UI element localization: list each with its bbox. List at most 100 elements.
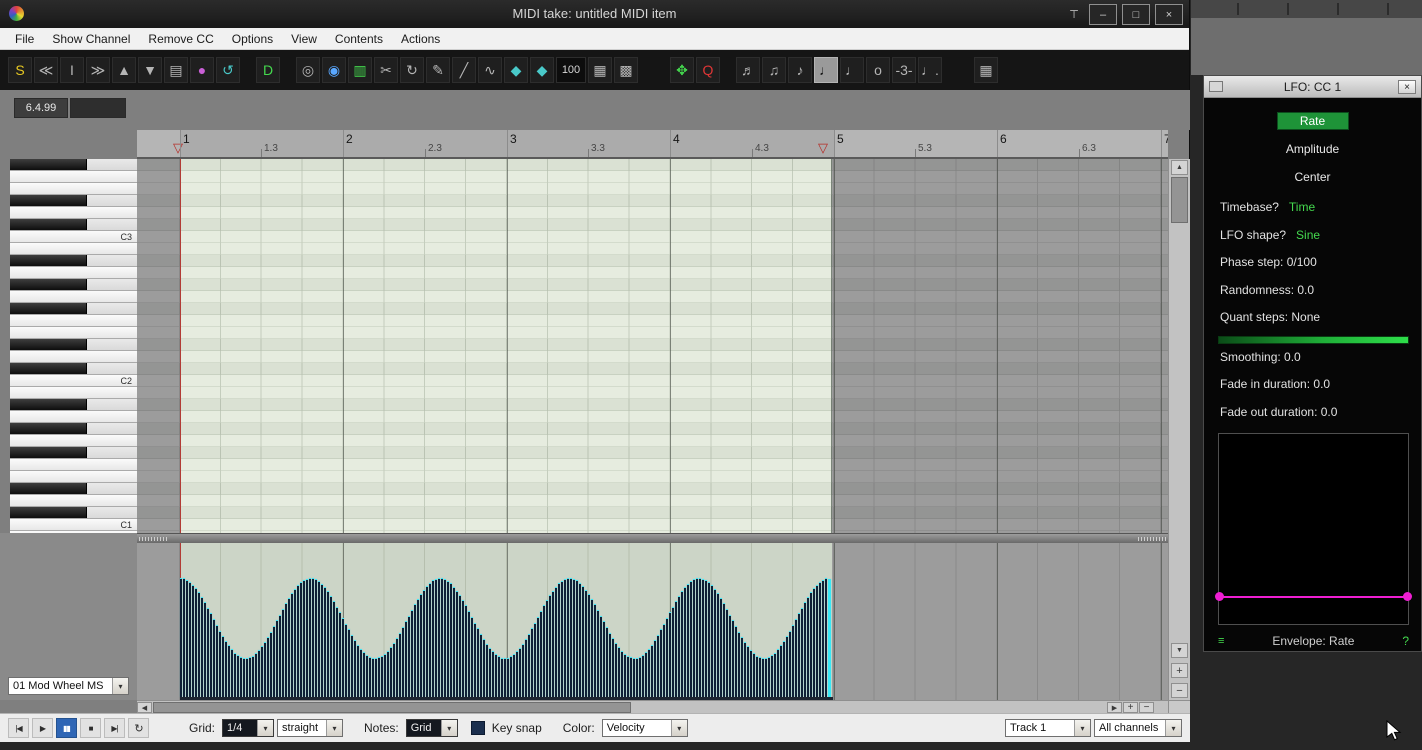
notes-select[interactable]: Grid [406,719,458,737]
event-list-button[interactable]: ▤ [164,57,188,83]
lfo-center-button[interactable]: Center [1277,168,1349,186]
cc-bar[interactable] [798,613,800,697]
cc-bar[interactable] [651,645,653,697]
splitter-grip-icon[interactable] [1138,537,1166,541]
cc-bar[interactable] [327,591,329,697]
scroll-down-icon[interactable] [1171,643,1188,658]
cc-bar[interactable] [759,657,761,697]
cc-bar[interactable] [660,629,662,697]
dock-button[interactable]: D [256,57,280,83]
cc-bar[interactable] [630,657,632,697]
cc-bar[interactable] [336,607,338,697]
cc-bar[interactable] [771,655,773,697]
lfo-field-phase-step-0-100[interactable]: Phase step: 0/100 [1220,255,1409,270]
cc-bar[interactable] [792,625,794,697]
cc-bar[interactable] [423,590,425,697]
cc-lane-select[interactable]: 01 Mod Wheel MS [8,677,129,695]
cc-bar[interactable] [351,635,353,697]
cc-bar[interactable] [321,584,323,697]
vzoom-in-button[interactable] [1171,663,1188,678]
cc-bar[interactable] [597,610,599,697]
cc-bar[interactable] [717,593,719,697]
cc-bar[interactable] [492,651,494,697]
insert-cursor-button[interactable]: I [60,57,84,83]
piano-key-cs1[interactable] [10,507,137,519]
loop-end-marker[interactable] [818,141,828,154]
cc-bar[interactable] [654,640,656,697]
piano-key-gs1[interactable] [10,423,137,435]
piano-key-b1[interactable] [10,387,137,399]
vertical-scrollbar[interactable] [1168,159,1190,700]
ruler[interactable]: 11.322.333.344.355.366.37 [137,130,1168,159]
piano-key-gs2[interactable] [10,279,137,291]
lfo-envelope-display[interactable] [1218,433,1409,625]
cc-bar[interactable] [348,629,350,697]
cc-bar[interactable] [459,595,461,697]
piano-key-ds3[interactable] [10,195,137,207]
next-node-button[interactable]: ◆ [530,57,554,83]
cc-bar[interactable] [222,636,224,697]
piano-key-a2[interactable] [10,267,137,279]
curve-tool-button[interactable]: ∿ [478,57,502,83]
menu-item-file[interactable]: File [6,32,43,46]
splitter-grip-icon[interactable] [139,537,167,541]
cc-bar[interactable] [528,634,530,697]
cc-bar[interactable] [243,658,245,697]
cc-bar[interactable] [234,653,236,697]
cc-bar[interactable] [705,580,707,697]
cc-bar[interactable] [768,657,770,697]
transport-repeat-button[interactable]: ↻ [128,718,149,738]
cc-bar[interactable] [324,587,326,697]
cc-bar[interactable] [441,578,443,697]
cc-bar[interactable] [618,647,620,697]
cc-bar[interactable] [333,601,335,697]
cc-bar[interactable] [591,599,593,697]
piano-key-c3[interactable]: C3 [10,231,137,243]
cc-bar[interactable] [300,582,302,697]
cc-bar[interactable] [375,658,377,697]
cc-bar[interactable] [582,586,584,697]
cc-bar[interactable] [216,625,218,697]
cc-bar[interactable] [276,620,278,697]
cc-bar[interactable] [318,581,320,697]
piano-key-c1[interactable]: C1 [10,519,137,531]
cc-bar[interactable] [261,646,263,697]
cc-bar[interactable] [432,580,434,697]
cc-bar[interactable] [696,578,698,697]
cc-bar[interactable] [795,619,797,697]
cc-bar[interactable] [744,642,746,697]
cc-bar[interactable] [282,609,284,697]
cc-bar[interactable] [525,639,527,697]
cc-bar[interactable] [681,591,683,697]
cc-bar[interactable] [192,585,194,697]
cc-bar[interactable] [612,638,614,697]
cc-bar[interactable] [642,655,644,697]
note-triplet-button[interactable]: -3- [892,57,916,83]
cc-bar[interactable] [381,656,383,697]
transport-pause-button[interactable]: ▮▮ [56,718,77,738]
menu-item-contents[interactable]: Contents [326,32,392,46]
cc-bar[interactable] [279,615,281,697]
cc-bar[interactable] [453,587,455,697]
cc-bar[interactable] [684,587,686,697]
cc-bar[interactable] [576,580,578,697]
menu-item-actions[interactable]: Actions [392,32,449,46]
cc-bar[interactable] [249,657,251,697]
cc-bar[interactable] [447,581,449,697]
cc-bar[interactable] [666,618,668,697]
cc-bar[interactable] [720,598,722,697]
quant-steps-slider[interactable] [1218,336,1409,344]
cc-bar[interactable] [537,617,539,697]
cc-bar[interactable] [507,658,509,697]
cc-bar[interactable] [534,623,536,697]
cc-bar[interactable] [486,644,488,697]
cc-bar[interactable] [549,595,551,697]
line-tool-button[interactable]: ╱ [452,57,476,83]
cc-bar[interactable] [474,623,476,697]
cc-bar[interactable] [393,643,395,697]
cc-bar[interactable] [687,584,689,697]
grid-coarse-button[interactable]: ▦ [588,57,612,83]
piano-key-fs3[interactable] [10,159,137,171]
lfo-field-timebase[interactable]: Timebase?Time [1220,200,1409,215]
cc-bar[interactable] [585,590,587,697]
